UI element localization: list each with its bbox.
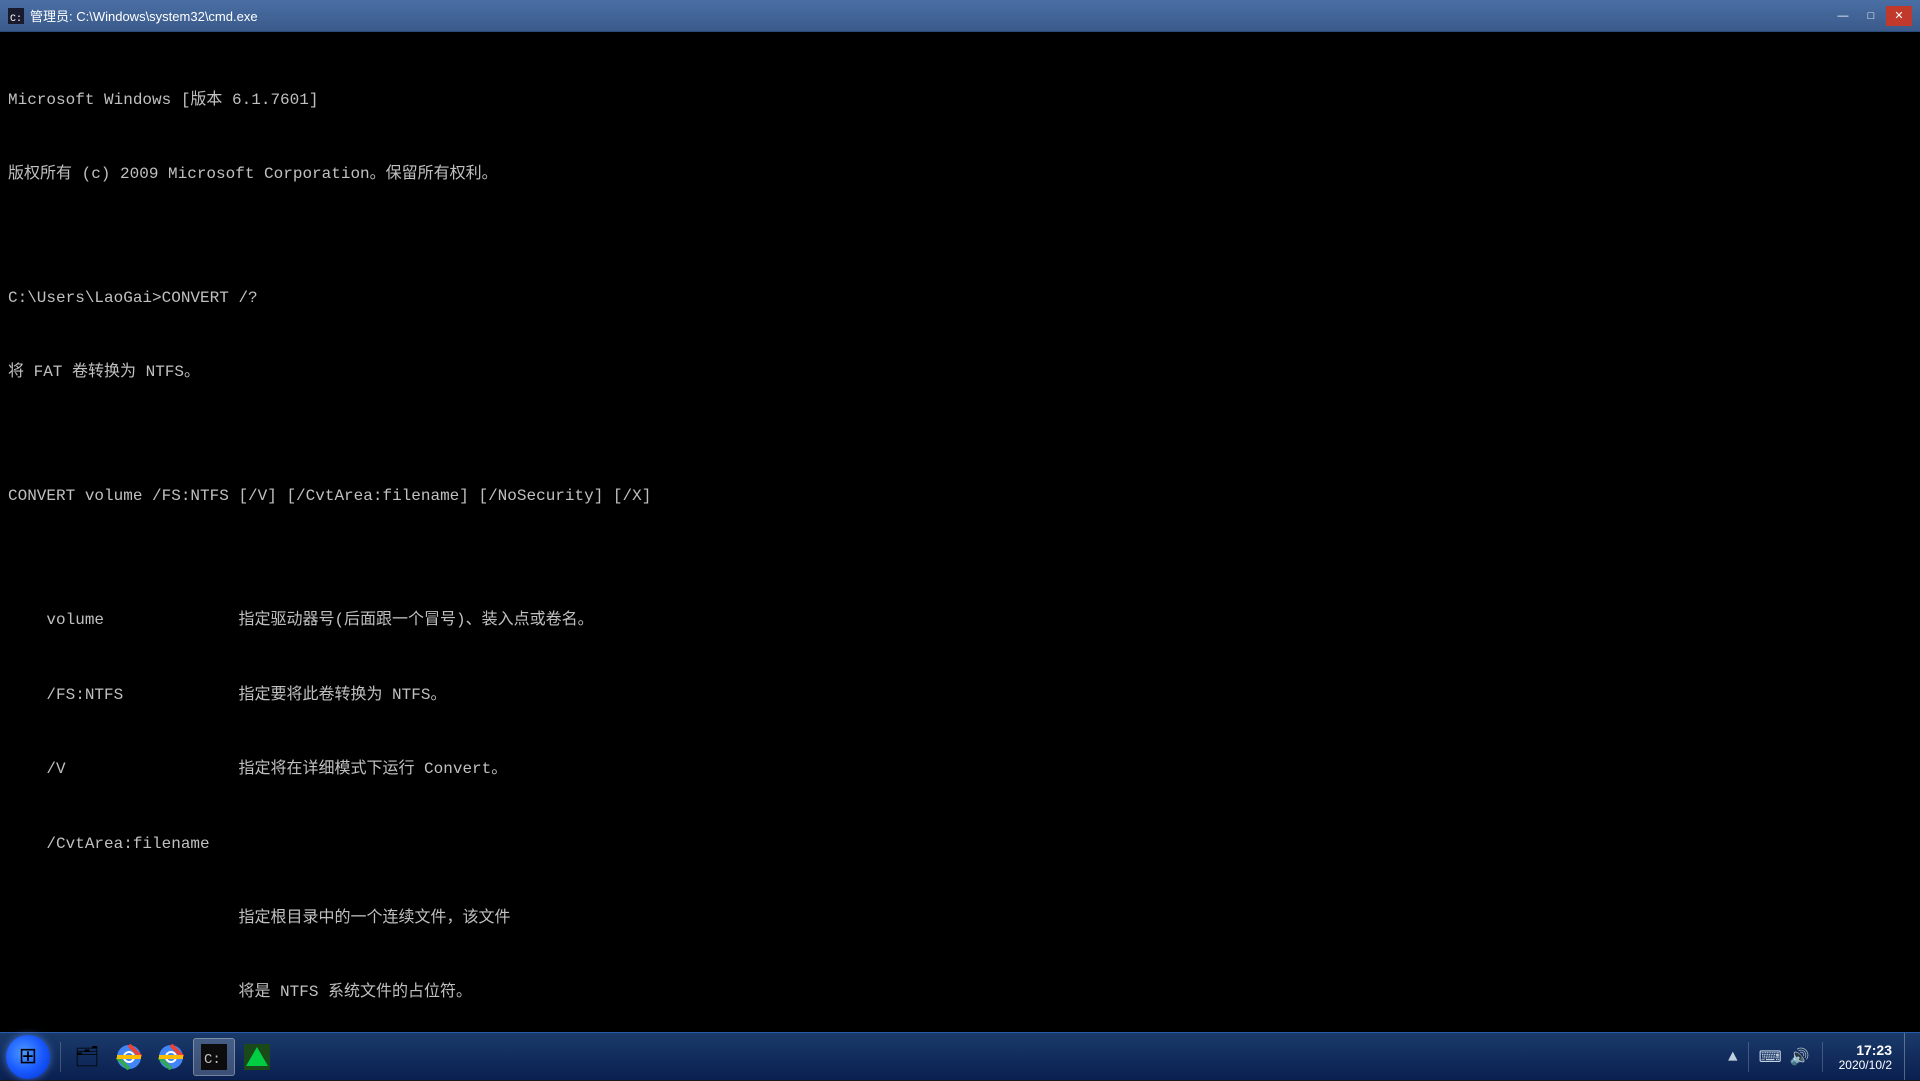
cmd-taskbar-icon: C: <box>200 1043 228 1071</box>
cmd-line-10: /FS:NTFS 指定要将此卷转换为 NTFS。 <box>8 683 1912 708</box>
window-title: 管理员: C:\Windows\system32\cmd.exe <box>30 6 258 25</box>
cmd-line-11: /V 指定将在详细模式下运行 Convert。 <box>8 757 1912 782</box>
cmd-line-13: 指定根目录中的一个连续文件，该文件 <box>8 906 1912 931</box>
taskbar-item-cmd[interactable]: C: <box>193 1038 235 1076</box>
taskbar-item-chrome2[interactable] <box>151 1038 191 1076</box>
svg-text:C:: C: <box>204 1052 221 1068</box>
cmd-line-7: CONVERT volume /FS:NTFS [/V] [/CvtArea:f… <box>8 484 1912 509</box>
tray-separator <box>1748 1042 1749 1072</box>
start-button[interactable]: ⊞ <box>0 1033 56 1081</box>
tray-icons: ▲ ⌨ 🔊 <box>1726 1042 1812 1072</box>
expand-tray-icon[interactable]: ▲ <box>1726 1046 1740 1068</box>
close-button[interactable]: ✕ <box>1886 6 1912 26</box>
cmd-line-14: 将是 NTFS 系统文件的占位符。 <box>8 980 1912 1005</box>
cmd-line-4: C:\Users\LaoGai>CONVERT /? <box>8 286 1912 311</box>
keyboard-icon[interactable]: ⌨ <box>1757 1045 1784 1069</box>
title-bar-buttons: — □ ✕ <box>1830 6 1912 26</box>
cmd-line-2: 版权所有 (c) 2009 Microsoft Corporation。保留所有… <box>8 162 1912 187</box>
svg-text:C:: C: <box>10 14 22 24</box>
cmd-line-1: Microsoft Windows [版本 6.1.7601] <box>8 88 1912 113</box>
app-icon <box>243 1043 271 1071</box>
chrome2-icon <box>157 1043 185 1071</box>
cmd-window: Microsoft Windows [版本 6.1.7601] 版权所有 (c)… <box>0 32 1920 1032</box>
maximize-button[interactable]: □ <box>1858 6 1884 26</box>
taskbar: ⊞ 🗂 <box>0 1032 1920 1080</box>
taskbar-right: ▲ ⌨ 🔊 17:23 2020/10/2 <box>1718 1033 1920 1080</box>
clock-date: 2020/10/2 <box>1839 1058 1892 1072</box>
taskbar-items: 🗂 <box>65 1033 1718 1080</box>
clock-time: 17:23 <box>1856 1042 1892 1058</box>
minimize-button[interactable]: — <box>1830 6 1856 26</box>
taskbar-item-file-explorer[interactable]: 🗂 <box>67 1038 107 1076</box>
start-orb: ⊞ <box>6 1035 50 1079</box>
chrome-icon <box>115 1043 143 1071</box>
title-bar: C: 管理员: C:\Windows\system32\cmd.exe — □ … <box>0 0 1920 32</box>
taskbar-separator-1 <box>60 1042 61 1072</box>
clock-separator <box>1822 1042 1823 1072</box>
cmd-line-9: volume 指定驱动器号(后面跟一个冒号)、装入点或卷名。 <box>8 608 1912 633</box>
show-desktop-button[interactable] <box>1904 1033 1912 1080</box>
cmd-icon: C: <box>8 8 24 24</box>
file-explorer-icon: 🗂 <box>73 1043 101 1071</box>
cmd-line-12: /CvtArea:filename <box>8 832 1912 857</box>
clock-area[interactable]: 17:23 2020/10/2 <box>1833 1042 1898 1072</box>
volume-icon[interactable]: 🔊 <box>1788 1045 1812 1069</box>
cmd-output: Microsoft Windows [版本 6.1.7601] 版权所有 (c)… <box>8 38 1912 1032</box>
windows-logo-icon: ⊞ <box>19 1044 37 1070</box>
taskbar-item-chrome[interactable] <box>109 1038 149 1076</box>
title-bar-left: C: 管理员: C:\Windows\system32\cmd.exe <box>8 6 258 25</box>
cmd-line-5: 将 FAT 卷转换为 NTFS。 <box>8 360 1912 385</box>
taskbar-item-app[interactable] <box>237 1038 277 1076</box>
